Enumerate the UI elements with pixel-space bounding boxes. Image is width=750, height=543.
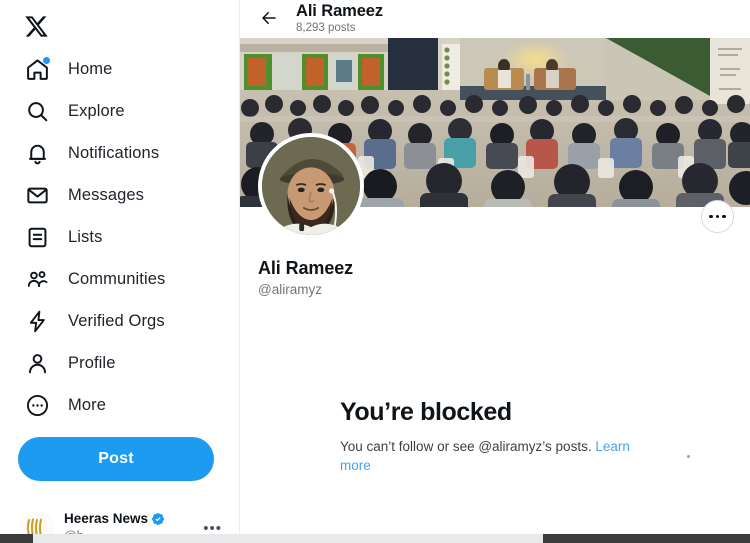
sidebar-item-label: Profile (68, 353, 116, 372)
primary-sidebar: Home Explore Notifications Messages List… (0, 0, 240, 543)
more-horizontal-icon (709, 214, 726, 219)
sidebar-item-label: Verified Orgs (68, 311, 165, 330)
profile-avatar[interactable] (258, 133, 364, 239)
profile-header: Ali Rameez 8,293 posts (240, 0, 750, 38)
sidebar-item-label: Explore (68, 101, 125, 120)
envelope-icon (24, 182, 50, 208)
list-icon (24, 224, 50, 250)
blocked-notice: You’re blocked You can’t follow or see @… (340, 398, 630, 476)
sidebar-item-communities[interactable]: Communities (18, 258, 239, 300)
sidebar-item-label: Messages (68, 185, 145, 204)
blocked-description-row: You can’t follow or see @aliramyz’s post… (340, 437, 630, 476)
more-circle-icon (24, 392, 50, 418)
profile-display-name: Ali Rameez (258, 258, 354, 278)
x-logo-icon[interactable] (18, 4, 66, 48)
home-notification-dot (43, 57, 50, 64)
people-icon (24, 266, 50, 292)
horizontal-scrollbar-track[interactable] (33, 534, 543, 543)
profile-main-column: Ali Rameez 8,293 posts Ali Rameez @alira… (240, 0, 750, 543)
cursor-artifact (687, 455, 690, 458)
sidebar-item-label: More (68, 395, 106, 414)
posts-count: 8,293 posts (296, 21, 356, 34)
blocked-description: You can’t follow or see @aliramyz’s post… (340, 438, 592, 454)
sidebar-item-profile[interactable]: Profile (18, 342, 239, 384)
profile-handle: @aliramyz (258, 281, 322, 297)
sidebar-item-label: Lists (68, 227, 103, 246)
sidebar-item-verified-orgs[interactable]: Verified Orgs (18, 300, 239, 342)
verified-badge-icon (151, 512, 165, 526)
x-profile-page: Home Explore Notifications Messages List… (0, 0, 750, 543)
sidebar-item-label: Communities (68, 269, 166, 288)
person-icon (24, 350, 50, 376)
lightning-icon (24, 308, 50, 334)
account-name-row: Heeras News (64, 511, 165, 527)
search-icon (24, 98, 50, 124)
sidebar-item-home[interactable]: Home (18, 48, 239, 90)
home-icon (24, 56, 50, 82)
blocked-title: You’re blocked (340, 398, 512, 426)
sidebar-item-messages[interactable]: Messages (18, 174, 239, 216)
window-bottom-chrome (0, 534, 750, 543)
profile-identity: Ali Rameez @aliramyz (258, 258, 353, 298)
sidebar-item-more[interactable]: More (18, 384, 239, 426)
back-arrow-icon (260, 9, 278, 30)
sidebar-item-label: Home (68, 59, 113, 78)
back-button[interactable] (254, 4, 284, 34)
bell-icon (24, 140, 50, 166)
header-text: Ali Rameez 8,293 posts (296, 2, 383, 36)
profile-more-options-button[interactable] (701, 200, 734, 233)
account-name: Heeras News (64, 511, 149, 527)
sidebar-item-notifications[interactable]: Notifications (18, 132, 239, 174)
sidebar-item-label: Notifications (68, 143, 160, 162)
page-title: Ali Rameez (296, 1, 384, 20)
post-button[interactable]: Post (18, 437, 214, 481)
sidebar-item-lists[interactable]: Lists (18, 216, 239, 258)
sidebar-item-explore[interactable]: Explore (18, 90, 239, 132)
